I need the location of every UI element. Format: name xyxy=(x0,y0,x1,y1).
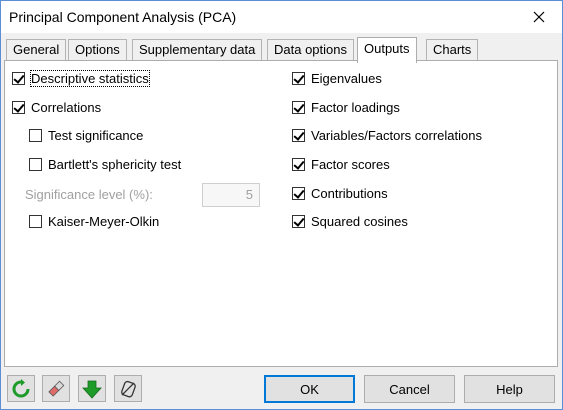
move-down-button[interactable] xyxy=(78,375,106,402)
descriptive-statistics-label: Descriptive statistics xyxy=(30,69,150,87)
test-significance-option[interactable]: Test significance xyxy=(29,126,143,144)
contributions-checkbox[interactable] xyxy=(292,186,305,200)
bartlett-label: Bartlett's sphericity test xyxy=(48,156,182,172)
eraser-icon xyxy=(48,380,65,397)
contributions-label: Contributions xyxy=(311,185,388,201)
correlations-label: Correlations xyxy=(31,99,102,115)
down-arrow-icon xyxy=(82,380,102,399)
clear-selection-button[interactable] xyxy=(114,375,142,402)
pca-dialog: Principal Component Analysis (PCA) Gener… xyxy=(0,0,563,410)
reset-button[interactable] xyxy=(7,375,35,402)
ok-button[interactable]: OK xyxy=(264,375,355,403)
eigenvalues-label: Eigenvalues xyxy=(311,70,382,86)
test-significance-label: Test significance xyxy=(48,127,144,143)
significance-level-label: Significance level (%): xyxy=(25,186,153,202)
bartlett-option[interactable]: Bartlett's sphericity test xyxy=(29,155,181,173)
clear-selection-icon xyxy=(121,380,136,397)
factor-loadings-option[interactable]: Factor loadings xyxy=(292,98,400,116)
tab-supplementary-data[interactable]: Supplementary data xyxy=(132,39,263,61)
cancel-button[interactable]: Cancel xyxy=(364,375,455,403)
tab-general[interactable]: General xyxy=(6,39,67,61)
reset-icon xyxy=(12,378,30,397)
tab-charts[interactable]: Charts xyxy=(426,39,479,61)
window-title: Principal Component Analysis (PCA) xyxy=(9,9,237,25)
close-button[interactable] xyxy=(516,1,562,33)
correlations-checkbox[interactable] xyxy=(12,100,25,114)
tab-options[interactable]: Options xyxy=(68,39,127,61)
contributions-option[interactable]: Contributions xyxy=(292,184,388,202)
kmo-option[interactable]: Kaiser-Meyer-Olkin xyxy=(29,212,159,230)
squared-cosines-checkbox[interactable] xyxy=(292,214,305,228)
variables-factors-correlations-label: Variables/Factors correlations xyxy=(311,127,482,143)
outputs-panel: Descriptive statistics Correlations Test… xyxy=(4,60,558,367)
help-button[interactable]: Help xyxy=(464,375,555,403)
factor-loadings-checkbox[interactable] xyxy=(292,100,305,114)
tab-outputs[interactable]: Outputs xyxy=(357,37,417,63)
eigenvalues-option[interactable]: Eigenvalues xyxy=(292,69,382,87)
variables-factors-correlations-checkbox[interactable] xyxy=(292,128,305,142)
descriptive-statistics-checkbox[interactable] xyxy=(12,71,25,85)
correlations-option[interactable]: Correlations xyxy=(12,98,101,116)
variables-factors-correlations-option[interactable]: Variables/Factors correlations xyxy=(292,126,482,144)
tab-strip: General Options Supplementary data Data … xyxy=(4,37,560,63)
tab-data-options[interactable]: Data options xyxy=(267,39,354,61)
close-icon xyxy=(533,11,545,23)
test-significance-checkbox[interactable] xyxy=(29,128,42,142)
factor-loadings-label: Factor loadings xyxy=(311,99,400,115)
descriptive-statistics-option[interactable]: Descriptive statistics xyxy=(12,69,150,87)
kmo-checkbox[interactable] xyxy=(29,214,42,228)
squared-cosines-label: Squared cosines xyxy=(311,213,408,229)
title-bar: Principal Component Analysis (PCA) xyxy=(1,1,562,33)
significance-level-input[interactable]: 5 xyxy=(202,183,260,207)
eigenvalues-checkbox[interactable] xyxy=(292,71,305,85)
eraser-button[interactable] xyxy=(42,375,70,402)
factor-scores-label: Factor scores xyxy=(311,156,390,172)
bartlett-checkbox[interactable] xyxy=(29,157,42,171)
kmo-label: Kaiser-Meyer-Olkin xyxy=(48,213,160,229)
squared-cosines-option[interactable]: Squared cosines xyxy=(292,212,408,230)
factor-scores-checkbox[interactable] xyxy=(292,157,305,171)
factor-scores-option[interactable]: Factor scores xyxy=(292,155,390,173)
